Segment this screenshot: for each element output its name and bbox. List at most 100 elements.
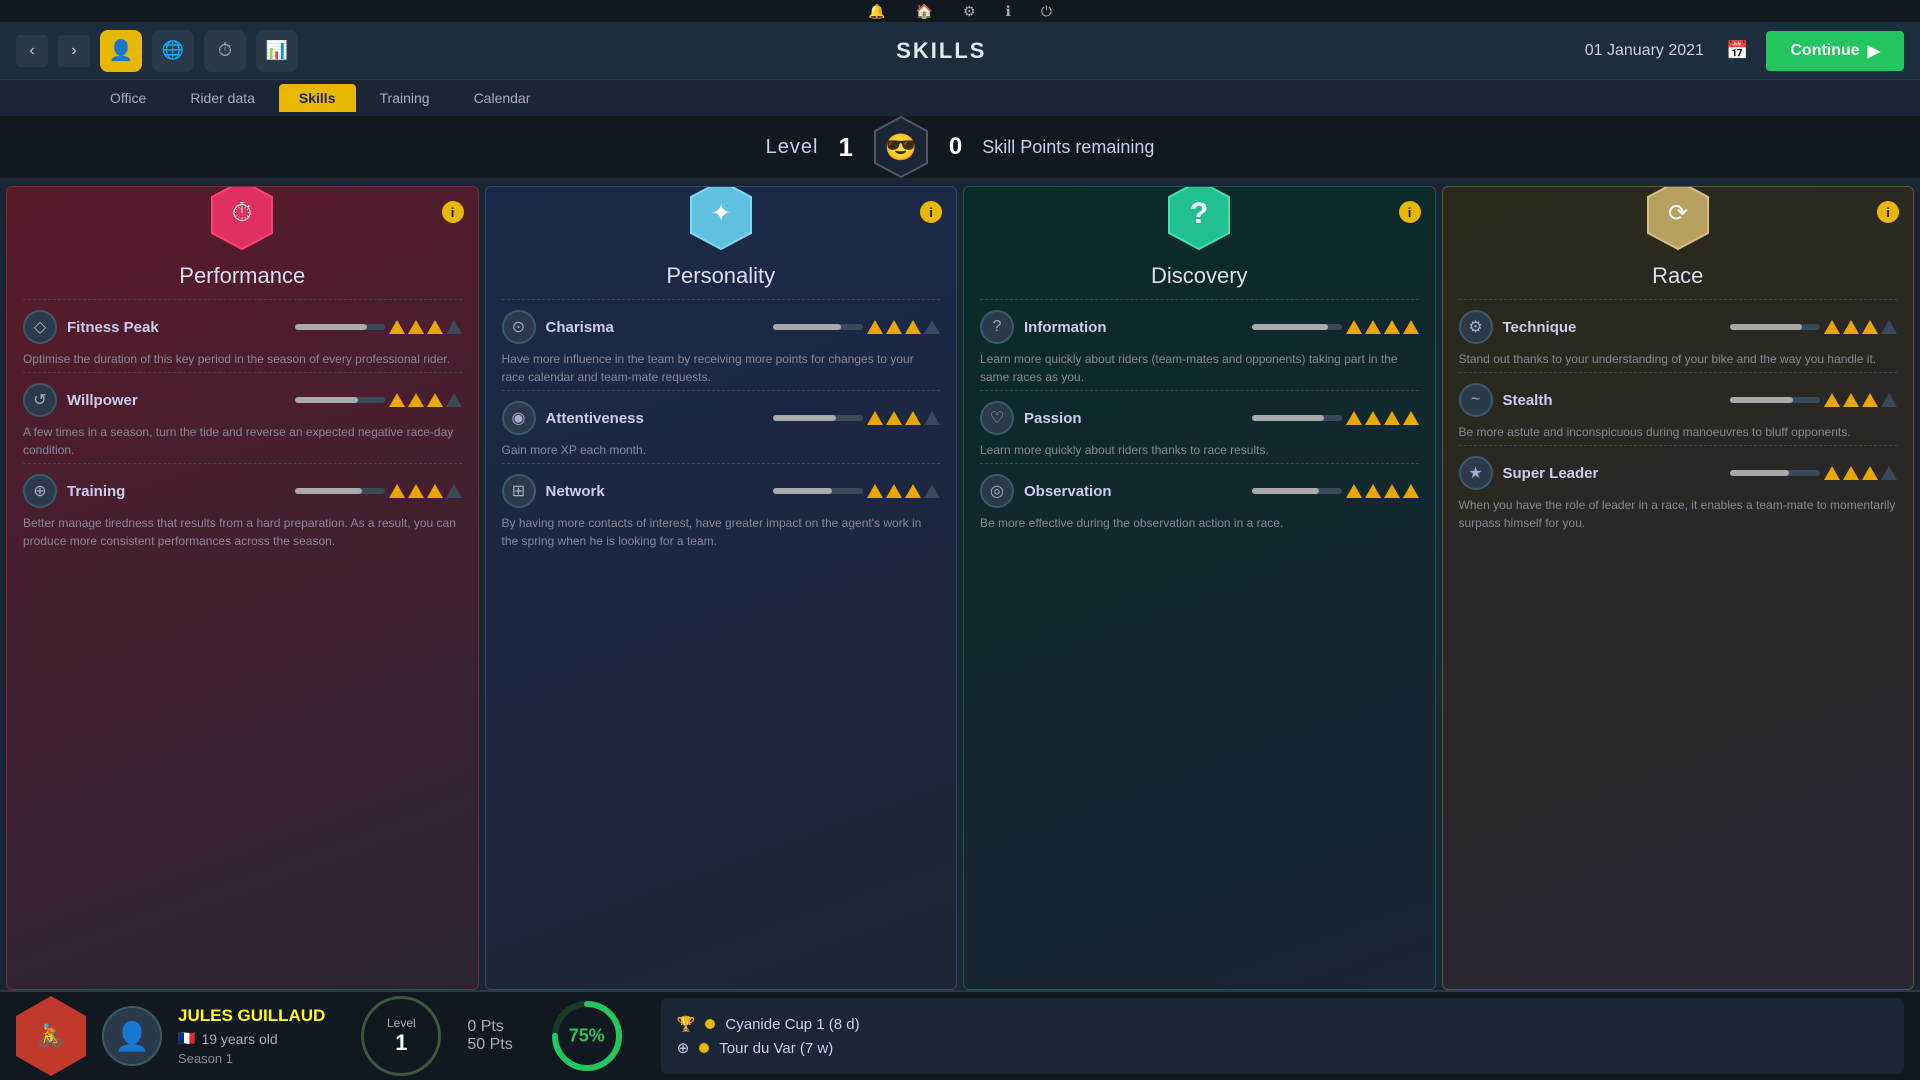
fitness-peak-bar-container [295,320,462,334]
passion-icon: ♡ [980,401,1014,435]
trophy-icon: 🏆 [677,1015,696,1033]
pts-box: 0 Pts 50 Pts [467,1018,512,1054]
information-name: Information [1024,319,1242,336]
performance-icon: ⏱ [208,186,276,253]
svg-text:✦: ✦ [711,200,731,227]
power-icon[interactable]: ⏻ [1041,3,1052,20]
info-icon[interactable]: ℹ [1006,3,1011,20]
race-info-panel: 🏆 Cyanide Cup 1 (8 d) ⊕ Tour du Var (7 w… [661,998,1904,1074]
fitness-peak-icon: ◇ [23,310,57,344]
calendar-icon[interactable]: 📅 [1726,40,1748,61]
page-title: SKILLS [308,38,1575,64]
rider-age: 🇫🇷 19 years old [178,1030,325,1047]
cycle-icon: ⊕ [677,1039,690,1057]
willpower-icon: ↺ [23,383,57,417]
race-dot-0 [705,1019,715,1029]
svg-text:⟳: ⟳ [1668,200,1688,227]
globe-icon[interactable]: 🌐 [152,30,194,72]
tabs-bar: Office Rider data Skills Training Calend… [0,80,1920,116]
network-desc: By having more contacts of interest, hav… [502,514,941,550]
technique-name: Technique [1503,319,1721,336]
observation-desc: Be more effective during the observation… [980,514,1419,532]
level-label: Level [766,136,819,159]
clock-icon[interactable]: ⏱ [204,30,246,72]
rider-season: Season 1 [178,1051,325,1066]
race-name-0: Cyanide Cup 1 (8 d) [725,1016,859,1033]
chart-icon[interactable]: 📊 [256,30,298,72]
passion-desc: Learn more quickly about riders thanks t… [980,441,1419,459]
skill-observation: ◎ Observation Be more effective during t… [980,463,1419,536]
attentiveness-bar-container [773,411,940,425]
training-icon: ⊕ [23,474,57,508]
skill-training: ⊕ Training Better manage tiredness that … [23,463,462,554]
card-race: ⟳ i Race ⚙ Technique Stand out thanks to… [1442,186,1915,990]
discovery-icon: ? [1165,186,1233,253]
charisma-desc: Have more influence in the team by recei… [502,350,941,386]
network-bar-container [773,484,940,498]
skill-stealth: ~ Stealth Be more astute and inconspicuo… [1459,372,1898,445]
super-leader-bar-container [1730,466,1897,480]
bottom-level-circle: Level 1 [361,996,441,1076]
passion-name: Passion [1024,410,1242,427]
top-bar: 🔔 🏠 ⚙ ℹ ⏻ [0,0,1920,22]
tab-skills[interactable]: Skills [279,84,356,112]
passion-bar-container [1252,411,1419,425]
rider-name: JULES GUILLAUD [178,1006,325,1026]
tab-calendar[interactable]: Calendar [454,84,551,112]
race-item-0: 🏆 Cyanide Cup 1 (8 d) [677,1015,1888,1033]
performance-info-button[interactable]: i [442,201,464,223]
skill-information: ? Information Learn more quickly about r… [980,299,1419,390]
bottom-bar: 🚴 👤 JULES GUILLAUD 🇫🇷 19 years old Seaso… [0,990,1920,1080]
pts-current: 0 Pts [467,1018,503,1036]
tab-rider-data[interactable]: Rider data [170,84,275,112]
personality-info-button[interactable]: i [920,201,942,223]
gear-icon[interactable]: ⚙ [963,3,976,20]
tab-training[interactable]: Training [360,84,450,112]
main-content: ⏱ i Performance ◇ Fitness Peak Optimise … [0,178,1920,990]
observation-name: Observation [1024,483,1242,500]
super-leader-icon: ★ [1459,456,1493,490]
bottom-level-label: Level [387,1016,416,1030]
stealth-icon: ~ [1459,383,1493,417]
race-name-1: Tour du Var (7 w) [719,1040,833,1057]
bell-icon[interactable]: 🔔 [868,3,885,20]
training-bar-container [295,484,462,498]
bottom-level-value: 1 [395,1030,407,1056]
progress-label: 75% [569,1026,605,1047]
back-button[interactable]: ‹ [16,35,48,67]
personality-title: Personality [502,263,941,289]
card-personality: ✦ i Personality ⊙ Charisma Have more inf… [485,186,958,990]
nav-bar: ‹ › 👤 🌐 ⏱ 📊 SKILLS 01 January 2021 📅 Con… [0,22,1920,80]
svg-text:⏱: ⏱ [232,197,252,227]
charisma-name: Charisma [546,319,764,336]
fitness-peak-name: Fitness Peak [67,319,285,336]
tab-office[interactable]: Office [90,84,166,112]
attentiveness-desc: Gain more XP each month. [502,441,941,459]
charisma-icon: ⊙ [502,310,536,344]
discovery-title: Discovery [980,263,1419,289]
willpower-desc: A few times in a season, turn the tide a… [23,423,462,459]
rider-avatar: 👤 [102,1006,162,1066]
skill-network: ⊞ Network By having more contacts of int… [502,463,941,554]
information-desc: Learn more quickly about riders (team-ma… [980,350,1419,386]
race-icon: ⟳ [1644,186,1712,253]
skill-technique: ⚙ Technique Stand out thanks to your und… [1459,299,1898,372]
rider-team-icon: 🚴 [16,996,86,1076]
forward-button[interactable]: › [58,35,90,67]
skill-super-leader: ★ Super Leader When you have the role of… [1459,445,1898,536]
skill-attentiveness: ◉ Attentiveness Gain more XP each month. [502,390,941,463]
super-leader-desc: When you have the role of leader in a ra… [1459,496,1898,532]
technique-icon: ⚙ [1459,310,1493,344]
discovery-info-button[interactable]: i [1399,201,1421,223]
network-icon: ⊞ [502,474,536,508]
progress-circle: 75% [549,998,625,1074]
home-icon[interactable]: 🏠 [916,3,933,20]
continue-button[interactable]: Continue ▶ [1766,31,1904,71]
level-value: 1 [838,132,852,163]
race-info-button[interactable]: i [1877,201,1899,223]
training-desc: Better manage tiredness that results fro… [23,514,462,550]
rider-nav-icon[interactable]: 👤 [100,30,142,72]
training-name: Training [67,483,285,500]
observation-bar-container [1252,484,1419,498]
stealth-desc: Be more astute and inconspicuous during … [1459,423,1898,441]
